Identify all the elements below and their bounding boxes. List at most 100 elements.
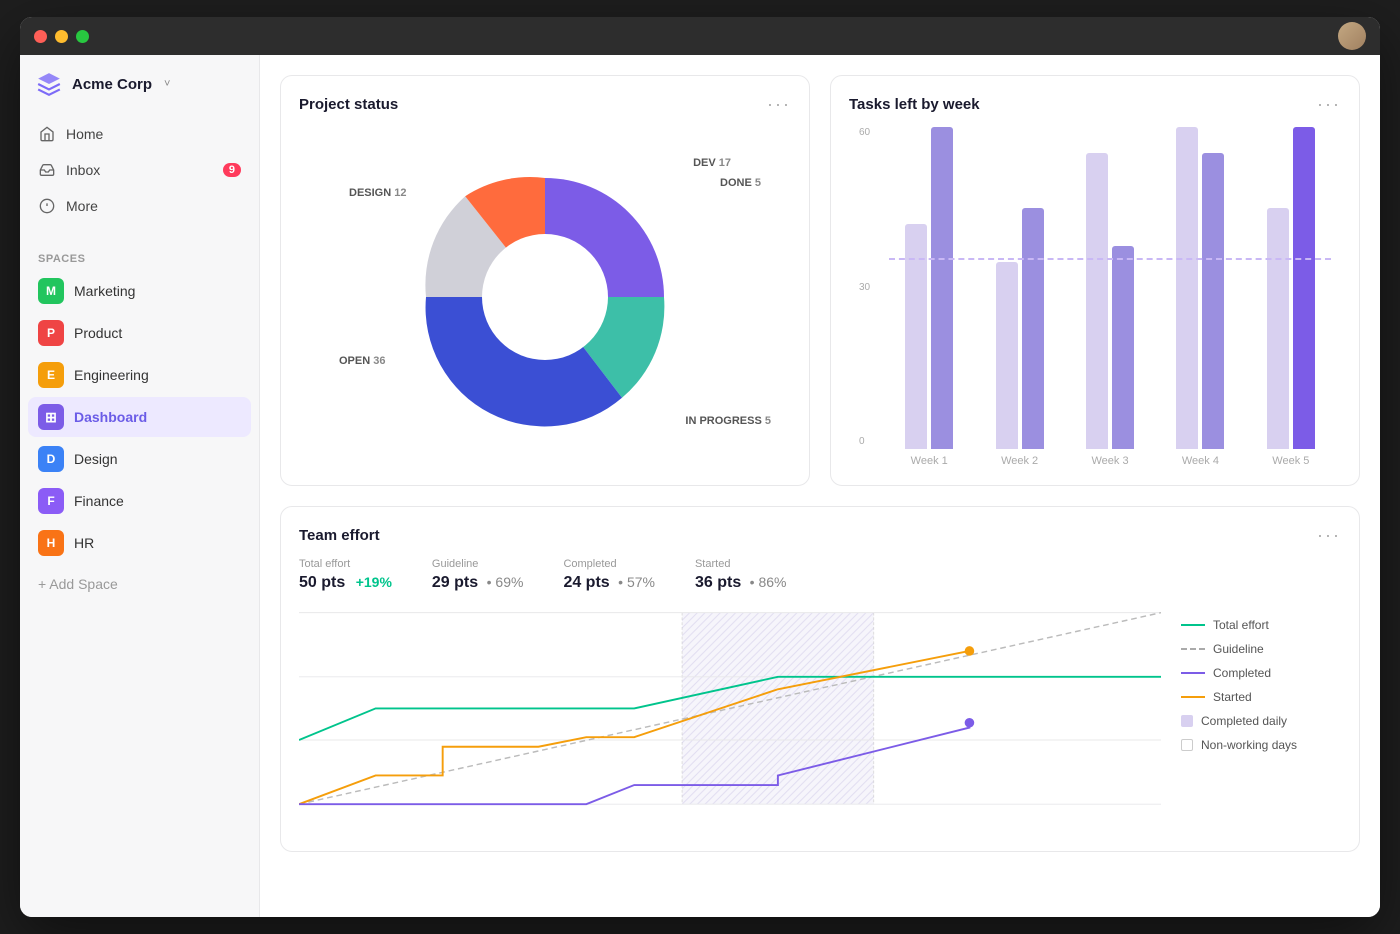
label-design: DESIGN 12: [349, 187, 406, 199]
sidebar-item-design[interactable]: D Design: [28, 439, 251, 479]
bar-week1-dark: [931, 127, 953, 449]
inbox-label: Inbox: [66, 162, 100, 178]
week1-label: Week 1: [911, 455, 948, 467]
bar-week3-dark: [1112, 246, 1134, 449]
sidebar-item-dashboard[interactable]: ⊞ Dashboard: [28, 397, 251, 437]
finance-icon: F: [38, 488, 64, 514]
legend-guideline: Guideline: [1181, 642, 1341, 656]
legend-started-label: Started: [1213, 690, 1252, 704]
marketing-label: Marketing: [74, 283, 135, 299]
maximize-button[interactable]: [76, 30, 89, 43]
bar-chart-area: 0 30 60: [859, 127, 1331, 467]
tasks-by-week-header: Tasks left by week ···: [849, 94, 1341, 115]
bar-week3-light: [1086, 153, 1108, 449]
dashboard-icon: ⊞: [38, 404, 64, 430]
pie-chart-container: DEV 17 DONE 5 IN PROGRESS 5 OPEN 36 DESI…: [299, 127, 791, 467]
add-space-label: + Add Space: [38, 576, 118, 592]
legend-total-effort-label: Total effort: [1213, 618, 1269, 632]
effort-total-label: Total effort: [299, 558, 392, 570]
effort-started: Started 36 pts • 86%: [695, 558, 787, 592]
bar-group-week1: Week 1: [889, 127, 969, 467]
bar-group-week5: Week 5: [1251, 127, 1331, 467]
effort-completed-value: 24 pts: [563, 574, 609, 591]
bar-week2-light: [996, 262, 1018, 449]
close-button[interactable]: [34, 30, 47, 43]
project-status-card: Project status ···: [280, 75, 810, 486]
sidebar-item-hr[interactable]: H HR: [28, 523, 251, 563]
tasks-by-week-more[interactable]: ···: [1317, 94, 1341, 115]
team-effort-more[interactable]: ···: [1317, 525, 1341, 546]
effort-total-value: 50 pts: [299, 574, 345, 591]
user-avatar[interactable]: [1338, 22, 1366, 50]
y-label-30: 30: [859, 282, 870, 293]
design-label: Design: [74, 451, 118, 467]
legend-completed-daily-label: Completed daily: [1201, 714, 1287, 728]
legend-non-working-box: [1181, 739, 1193, 751]
effort-started-value: 36 pts: [695, 574, 741, 591]
project-status-more[interactable]: ···: [767, 94, 791, 115]
label-inprogress: IN PROGRESS 5: [685, 415, 771, 427]
week4-label: Week 4: [1182, 455, 1219, 467]
sidebar-item-engineering[interactable]: E Engineering: [28, 355, 251, 395]
sidebar-item-inbox[interactable]: Inbox 9: [28, 153, 251, 187]
titlebar-right: [1338, 22, 1366, 50]
home-label: Home: [66, 126, 103, 142]
sidebar-item-more[interactable]: More: [28, 189, 251, 223]
traffic-lights: [34, 30, 89, 43]
legend-completed-label: Completed: [1213, 666, 1271, 680]
bar-week4-light: [1176, 127, 1198, 449]
legend-completed-daily-box: [1181, 715, 1193, 727]
effort-total: Total effort 50 pts +19%: [299, 558, 392, 592]
label-dev: DEV 17: [693, 157, 731, 169]
guideline: [889, 258, 1331, 260]
legend-non-working: Non-working days: [1181, 738, 1341, 752]
sidebar-item-home[interactable]: Home: [28, 117, 251, 151]
logo-icon: [36, 71, 62, 97]
line-chart-area: 20 30 40 50: [299, 608, 1341, 833]
sidebar-item-finance[interactable]: F Finance: [28, 481, 251, 521]
minimize-button[interactable]: [55, 30, 68, 43]
bar-y-axis: 0 30 60: [859, 127, 870, 447]
dashboard-label: Dashboard: [74, 409, 147, 425]
effort-stats: Total effort 50 pts +19% Guideline 29 pt…: [299, 558, 1341, 592]
bar-chart: 0 30 60: [849, 127, 1341, 467]
sidebar-item-product[interactable]: P Product: [28, 313, 251, 353]
effort-completed-pct: • 57%: [618, 574, 655, 590]
legend-guideline-line: [1181, 648, 1205, 650]
product-icon: P: [38, 320, 64, 346]
spaces-section-label: Spaces: [20, 245, 259, 271]
y-label-60: 60: [859, 127, 870, 138]
sidebar-item-marketing[interactable]: M Marketing: [28, 271, 251, 311]
finance-label: Finance: [74, 493, 124, 509]
week2-label: Week 2: [1001, 455, 1038, 467]
y-label-0: 0: [859, 436, 870, 447]
top-row: Project status ···: [280, 75, 1360, 486]
workspace-header[interactable]: Acme Corp ˅: [20, 71, 259, 117]
pie-chart: [405, 157, 685, 437]
bar-group-week2: Week 2: [979, 127, 1059, 467]
line-chart: 20 30 40 50: [299, 608, 1161, 828]
project-status-header: Project status ···: [299, 94, 791, 115]
week5-label: Week 5: [1272, 455, 1309, 467]
effort-total-delta: +19%: [356, 574, 392, 590]
effort-completed-label: Completed: [563, 558, 655, 570]
legend-completed: Completed: [1181, 666, 1341, 680]
effort-guideline-pct: • 69%: [487, 574, 524, 590]
hr-label: HR: [74, 535, 94, 551]
add-space-button[interactable]: + Add Space: [20, 569, 259, 599]
team-effort-title: Team effort: [299, 527, 380, 544]
project-status-title: Project status: [299, 96, 398, 113]
home-icon: [38, 125, 56, 143]
legend-guideline-label: Guideline: [1213, 642, 1264, 656]
bar-week5-light: [1267, 208, 1289, 450]
hr-icon: H: [38, 530, 64, 556]
engineering-label: Engineering: [74, 367, 149, 383]
spaces-list: M Marketing P Product E Engineering ⊞ Da…: [20, 271, 259, 565]
bar-group-week4: Week 4: [1160, 127, 1240, 467]
workspace-name: Acme Corp: [72, 76, 152, 93]
titlebar: [20, 17, 1380, 55]
effort-guideline-label: Guideline: [432, 558, 524, 570]
inbox-badge: 9: [223, 163, 241, 177]
inbox-icon: [38, 161, 56, 179]
legend-started: Started: [1181, 690, 1341, 704]
